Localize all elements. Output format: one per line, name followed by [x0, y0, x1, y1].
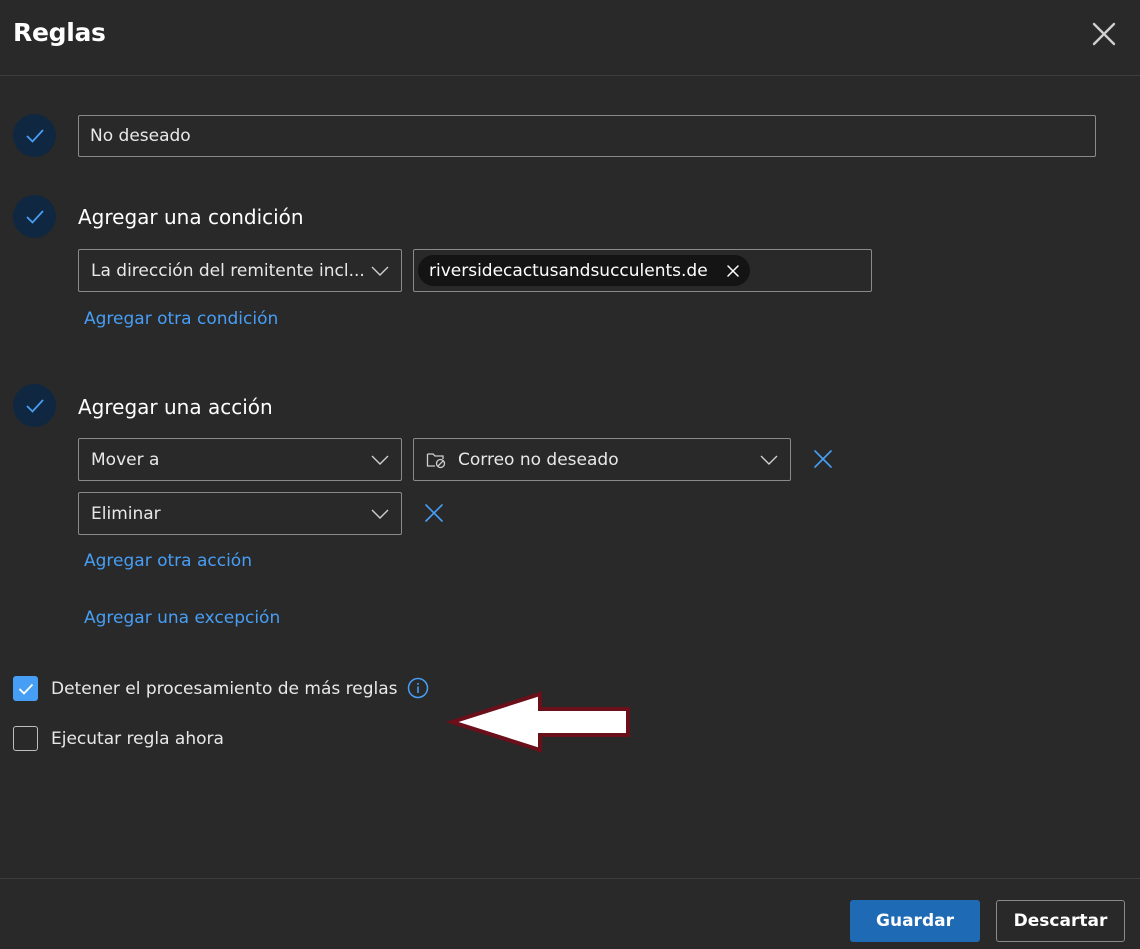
chevron-down-icon	[371, 261, 389, 281]
action-type-value: Mover a	[91, 449, 160, 470]
info-icon[interactable]	[407, 677, 429, 699]
remove-action-icon[interactable]	[812, 448, 834, 470]
step-check-icon	[13, 384, 56, 427]
condition-type-select[interactable]: La dirección del remitente incl...	[78, 249, 402, 292]
condition-value-chip: riversidecactusandsucculents.de	[418, 255, 750, 286]
add-action-link[interactable]: Agregar otra acción	[84, 551, 252, 571]
folder-select[interactable]: Correo no deseado	[413, 438, 791, 481]
rule-name-input[interactable]	[78, 115, 1096, 157]
stop-processing-label: Detener el procesamiento de más reglas	[51, 679, 398, 699]
stop-processing-checkbox[interactable]	[13, 676, 38, 701]
action-type-select[interactable]: Mover a	[78, 438, 402, 481]
run-now-checkbox[interactable]	[13, 726, 38, 751]
discard-button[interactable]: Descartar	[996, 900, 1125, 942]
second-action-value: Eliminar	[91, 503, 161, 524]
step-check-icon	[13, 195, 56, 238]
remove-action-icon[interactable]	[423, 502, 445, 524]
chevron-down-icon	[371, 504, 389, 524]
footer-divider	[0, 878, 1140, 879]
condition-type-value: La dirección del remitente incl...	[91, 260, 365, 281]
chip-label: riversidecactusandsucculents.de	[429, 260, 708, 281]
header-divider	[0, 75, 1140, 76]
annotation-arrow-icon	[445, 690, 633, 754]
save-button[interactable]: Guardar	[850, 900, 980, 942]
chevron-down-icon	[371, 450, 389, 470]
dialog-title: Reglas	[13, 18, 106, 47]
close-icon[interactable]	[1090, 20, 1118, 48]
junk-folder-icon	[426, 451, 446, 469]
condition-heading: Agregar una condición	[78, 205, 304, 229]
chevron-down-icon	[760, 450, 778, 470]
step-check-icon	[13, 114, 56, 157]
add-condition-link[interactable]: Agregar otra condición	[84, 309, 278, 329]
second-action-select[interactable]: Eliminar	[78, 492, 402, 535]
run-now-label: Ejecutar regla ahora	[51, 729, 224, 749]
add-exception-link[interactable]: Agregar una excepción	[84, 608, 280, 628]
action-heading: Agregar una acción	[78, 395, 273, 419]
remove-chip-icon[interactable]	[726, 264, 740, 278]
folder-select-value: Correo no deseado	[458, 449, 619, 470]
